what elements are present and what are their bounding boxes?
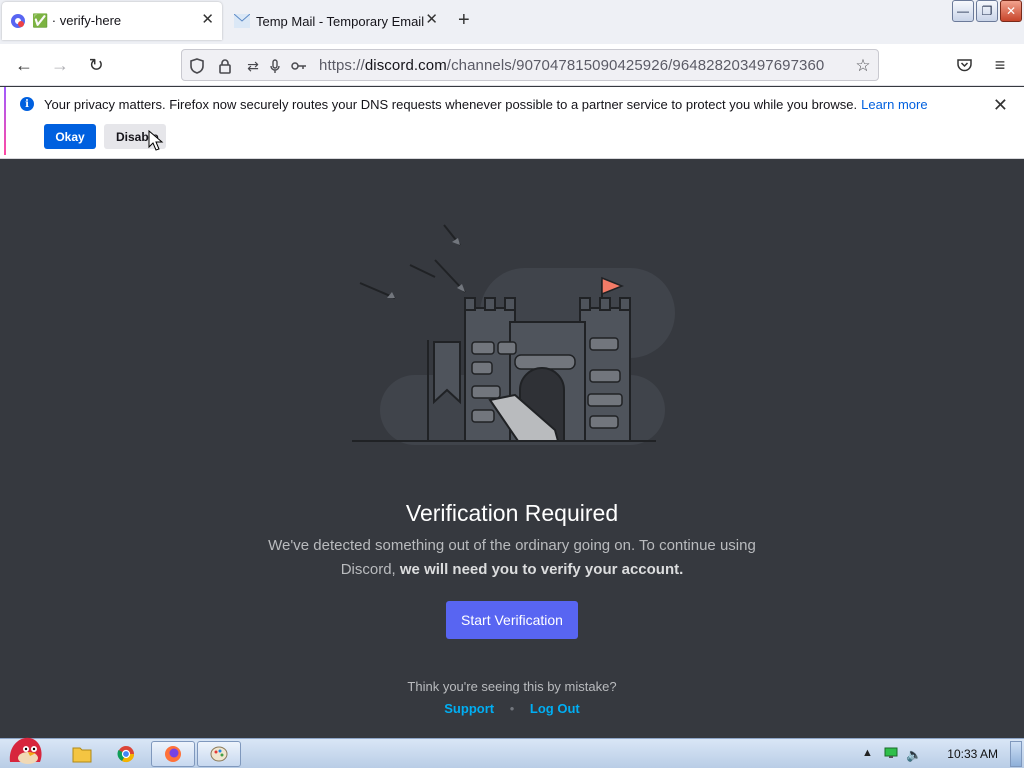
firefox-taskbar-button[interactable] (151, 741, 195, 767)
reload-icon[interactable]: ↻ (84, 53, 108, 77)
chrome-icon[interactable] (104, 741, 148, 767)
mistake-text: Think you're seeing this by mistake? (407, 679, 617, 694)
paint-taskbar-button[interactable] (197, 741, 241, 767)
discord-verification-page: Verification Required We've detected som… (0, 160, 1024, 738)
support-link[interactable]: Support (444, 701, 494, 716)
paint-icon (210, 746, 228, 762)
mail-favicon-icon (234, 14, 250, 28)
lock-icon[interactable] (216, 57, 234, 75)
start-verification-button[interactable]: Start Verification (446, 601, 578, 639)
okay-button[interactable]: Okay (44, 124, 96, 149)
tab-label: Temp Mail - Temporary Email (256, 13, 425, 29)
url-text[interactable]: https://discord.com/channels/90704781509… (319, 57, 824, 74)
microphone-icon[interactable] (266, 57, 284, 75)
link-separator: • (509, 701, 515, 716)
castle-illustration (352, 224, 675, 445)
permissions-icon[interactable]: ⇄ (244, 57, 262, 75)
tab-verify-here[interactable]: ✅ · verify-here ✕ (2, 2, 222, 40)
notification-accent (4, 87, 6, 155)
mouse-cursor-icon (148, 130, 164, 151)
forward-icon[interactable]: → (48, 53, 72, 77)
info-icon: i (20, 97, 34, 111)
bookmark-star-icon[interactable]: ☆ (854, 56, 872, 75)
tab-strip: ✅ · verify-here ✕ Temp Mail - Temporary … (0, 0, 1024, 44)
tab-close-icon[interactable]: ✕ (201, 12, 214, 28)
close-window-icon[interactable]: ✕ (1000, 0, 1022, 22)
learn-more-link[interactable]: Learn more (861, 97, 927, 112)
firefox-icon (165, 746, 181, 762)
navigation-bar: ← → ↻ ⇄ https://discord.com/channels/907… (0, 44, 1024, 86)
minimize-icon[interactable]: — (952, 0, 974, 22)
taskbar: ▲ 🔈 10:33 AM (0, 737, 1024, 768)
url-bar[interactable]: ⇄ https://discord.com/channels/907047815… (181, 49, 879, 81)
network-icon[interactable] (884, 747, 898, 762)
window-controls: — ❐ ✕ (952, 0, 1022, 22)
restore-icon[interactable]: ❐ (976, 0, 998, 22)
tab-temp-mail[interactable]: Temp Mail - Temporary Email ✕ (226, 2, 446, 40)
key-icon[interactable] (290, 57, 308, 75)
notification-text: Your privacy matters. Firefox now secure… (44, 97, 928, 112)
folder-icon[interactable] (60, 741, 104, 767)
show-desktop-button[interactable] (1010, 741, 1022, 767)
shield-icon[interactable] (188, 57, 206, 75)
pocket-icon[interactable] (952, 53, 976, 77)
discord-favicon-icon (11, 14, 25, 28)
tray-expand-icon[interactable]: ▲ (862, 747, 873, 759)
log-out-link[interactable]: Log Out (530, 701, 580, 716)
start-button-angry-bird-icon[interactable] (2, 731, 50, 767)
page-description: We've detected something out of the ordi… (268, 537, 756, 578)
menu-icon[interactable]: ≡ (988, 53, 1012, 77)
volume-icon[interactable]: 🔈 (906, 747, 922, 763)
tab-close-icon[interactable]: ✕ (425, 12, 438, 28)
page-title: Verification Required (405, 500, 619, 526)
new-tab-icon[interactable]: + (458, 10, 470, 30)
taskbar-clock[interactable]: 10:33 AM (947, 747, 998, 761)
back-icon[interactable]: ← (12, 53, 36, 77)
close-icon[interactable]: ✕ (993, 95, 1008, 116)
footer-links: Support • Log Out (0, 701, 1024, 716)
tab-label: ✅ · verify-here (32, 13, 122, 28)
